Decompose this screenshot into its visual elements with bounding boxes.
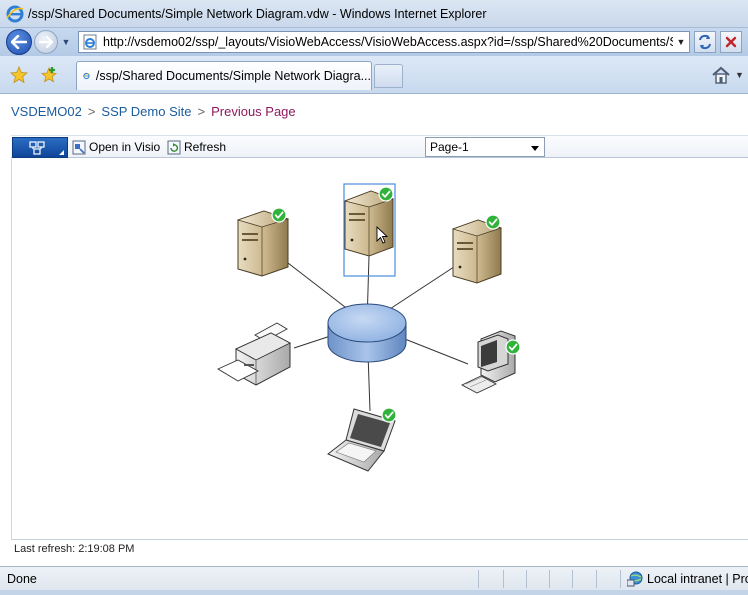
window-title: /ssp/Shared Documents/Simple Network Dia… <box>28 6 487 21</box>
zone-label: Local intranet | Prot <box>647 572 748 586</box>
page-selector[interactable]: Page-1 <box>425 137 545 157</box>
open-in-visio-label: Open in Visio <box>89 140 161 154</box>
status-ok-icon <box>485 214 501 230</box>
open-in-visio-button[interactable]: Open in Visio <box>72 138 160 156</box>
server-right[interactable] <box>451 214 503 284</box>
status-divider <box>478 570 479 588</box>
tab-simple-network-diagram[interactable]: /ssp/Shared Documents/Simple Network Dia… <box>76 61 372 90</box>
address-bar[interactable]: http://vsdemo02/ssp/_layouts/VisioWebAcc… <box>78 31 690 53</box>
status-ok-icon <box>271 207 287 223</box>
printer[interactable] <box>217 322 291 386</box>
refresh-page-button[interactable] <box>694 31 716 53</box>
diagram-view-icon <box>29 141 45 155</box>
stop-button[interactable] <box>720 31 742 53</box>
page-icon <box>83 34 97 50</box>
status-ok-icon <box>378 186 394 202</box>
breadcrumb-vsdemo02[interactable]: VSDEMO02 <box>11 104 82 119</box>
server-center[interactable] <box>343 183 396 277</box>
status-divider <box>620 570 621 588</box>
forward-button[interactable] <box>34 30 58 54</box>
forward-arrow-icon <box>39 36 53 48</box>
status-bar: Done Local intranet | Prot <box>0 566 748 590</box>
recent-pages-dropdown[interactable]: ▼ <box>60 37 72 47</box>
home-icon[interactable] <box>710 64 732 86</box>
favorites-star-icon[interactable] <box>10 66 28 84</box>
add-favorites-icon[interactable] <box>40 66 58 84</box>
status-text: Done <box>7 572 37 586</box>
status-divider <box>503 570 504 588</box>
desktop-pc[interactable] <box>460 330 521 394</box>
diagram-canvas[interactable] <box>11 159 748 539</box>
compat-refresh-icon <box>699 34 711 50</box>
server-left[interactable] <box>236 207 290 277</box>
page-selector-arrow-icon[interactable] <box>531 146 539 151</box>
home-dropdown-icon[interactable]: ▼ <box>735 70 744 80</box>
refresh-label: Refresh <box>184 140 227 154</box>
status-divider <box>526 570 527 588</box>
breadcrumb-previous-page[interactable]: Previous Page <box>211 104 296 119</box>
new-tab-button[interactable] <box>374 64 403 88</box>
view-menu-button[interactable] <box>12 137 68 158</box>
page-selector-value: Page-1 <box>430 140 469 154</box>
title-bar: /ssp/Shared Documents/Simple Network Dia… <box>0 0 748 28</box>
page-icon <box>83 72 90 80</box>
breadcrumb-separator: > <box>197 104 206 119</box>
back-arrow-icon <box>11 35 27 49</box>
internet-explorer-icon <box>6 5 24 22</box>
breadcrumb-separator: > <box>87 104 96 119</box>
address-url[interactable]: http://vsdemo02/ssp/_layouts/VisioWebAcc… <box>103 35 673 49</box>
address-dropdown-icon[interactable]: ▼ <box>673 37 689 47</box>
status-divider <box>549 570 550 588</box>
network-hub[interactable] <box>327 303 407 363</box>
network-diagram <box>217 183 521 472</box>
visio-toolbar: Open in Visio Refresh Page-1 <box>11 135 748 158</box>
breadcrumb-ssp-demo-site[interactable]: SSP Demo Site <box>101 104 191 119</box>
local-intranet-icon <box>627 571 643 587</box>
status-ok-icon <box>505 339 521 355</box>
window-bottom-edge <box>0 590 748 595</box>
last-refresh-text: Last refresh: 2:19:08 PM <box>11 539 748 559</box>
laptop[interactable] <box>327 407 397 472</box>
tab-row: /ssp/Shared Documents/Simple Network Dia… <box>0 56 748 94</box>
refresh-diagram-button[interactable]: Refresh <box>167 138 226 156</box>
security-zone[interactable]: Local intranet | Prot <box>627 571 748 587</box>
view-menu-caret-icon <box>59 150 64 155</box>
refresh-icon <box>167 140 181 154</box>
status-divider <box>596 570 597 588</box>
breadcrumb: VSDEMO02 > SSP Demo Site > Previous Page <box>11 104 296 119</box>
status-divider <box>572 570 573 588</box>
address-row: ▼ http://vsdemo02/ssp/_layouts/VisioWebA… <box>0 28 748 56</box>
visio-icon <box>72 140 86 154</box>
back-button[interactable] <box>6 29 32 55</box>
stop-icon <box>725 36 737 48</box>
status-ok-icon <box>381 407 397 423</box>
tab-label: /ssp/Shared Documents/Simple Network Dia… <box>95 69 371 83</box>
